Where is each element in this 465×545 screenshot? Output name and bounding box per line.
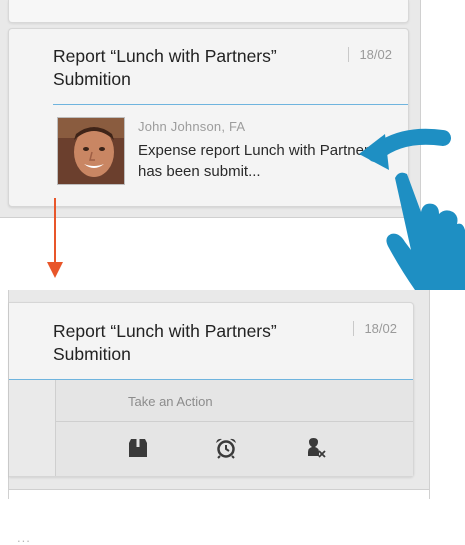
overflow-ellipsis: ... [17,530,31,545]
archive-icon [129,439,147,457]
card-title: Report “Lunch with Partners” Submition [53,46,277,89]
title-divider [53,104,408,105]
action-divider [56,421,413,422]
card-title: Report “Lunch with Partners” Submition [53,321,277,364]
card-date: 18/02 [348,47,392,62]
action-panel-title: Take an Action [128,394,213,409]
list-bottom [9,489,429,500]
snooze-button[interactable] [206,430,246,466]
notification-list-after: Report “Lunch with Partners” Submition 1… [8,290,430,545]
archive-button[interactable] [118,430,158,466]
transition-arrow-icon [47,198,63,278]
dismiss-user-button[interactable] [296,430,336,466]
alarm-clock-icon [216,438,236,459]
previous-card[interactable] [8,0,409,23]
message-preview: Expense report Lunch with Partners has b… [138,142,377,180]
action-panel: Take an Action [56,380,413,476]
notification-card[interactable]: Report “Lunch with Partners” Submition 1… [8,28,409,207]
avatar [57,117,125,185]
collapsed-content-strip[interactable]: ... [9,380,56,545]
sender-name: John Johnson, FA [138,119,246,134]
remove-user-icon [308,438,326,458]
notification-card-swiped[interactable]: Report “Lunch with Partners” Submition 1… [9,302,414,545]
card-date: 18/02 [353,321,397,336]
swipe-hand-icon [359,128,465,290]
